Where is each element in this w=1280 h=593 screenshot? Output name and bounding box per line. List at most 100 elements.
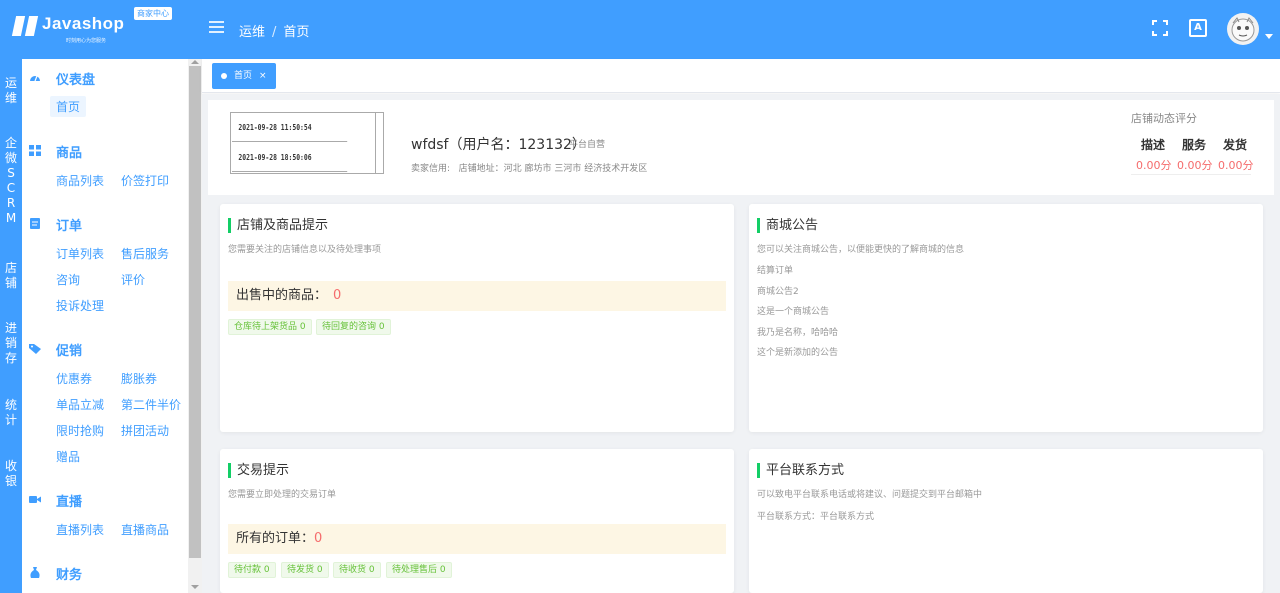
menu-item-goods-list[interactable]: 商品列表 [56,172,104,189]
rail-item-cashier[interactable]: 收银 [0,459,22,489]
notice-item[interactable]: 这个是新添加的公告 [757,345,838,358]
card-title: 店铺及商品提示 [228,218,328,233]
trade-tips-card: 交易提示 您需要立即处理的交易订单 所有的订单：0 待付款 0 待发货 0 待收… [220,449,734,593]
highlight-count: 0 [333,288,342,303]
menu-group-title[interactable]: 直播 [56,491,82,510]
menu-item-order-list[interactable]: 订单列表 [56,245,104,262]
menu-group-title[interactable]: 促销 [56,340,82,359]
money-bag-icon [30,567,40,578]
tab-home[interactable]: 首页 × [212,63,276,89]
pending-shipment-chip[interactable]: 待发货 0 [281,562,329,578]
shop-address: 店铺地址：河北 廊坊市 三河市 经济技术开发区 [458,164,648,174]
pending-consult-chip[interactable]: 待回复的咨询 0 [316,319,391,335]
logo-mark-icon [11,16,39,36]
highlight-label: 出售中的商品： [236,288,328,303]
card-title: 平台联系方式 [757,463,844,478]
shop-credit-address: 卖家信用: 店铺地址：河北 廊坊市 三河市 经济技术开发区 [411,161,647,174]
score-value: 0.00分 [1177,159,1213,172]
card-title: 交易提示 [228,463,289,478]
scrollbar-thumb[interactable] [189,66,201,558]
close-icon[interactable]: × [259,71,267,81]
sidebar-scrollbar[interactable] [188,59,202,593]
logo-subtitle: 时刻用心为您服务 [66,38,107,44]
on-sale-goods-highlight[interactable]: 出售中的商品： 0 [228,281,726,311]
active-dot-icon [221,73,227,79]
language-switch-icon[interactable]: A [1189,19,1207,37]
breadcrumb-item-current: 首页 [283,25,310,40]
card-subtitle: 您需要立即处理的交易订单 [228,490,337,500]
menu-item-complaint[interactable]: 投诉处理 [56,297,104,314]
menu-item-single-discount[interactable]: 单品立减 [56,396,104,413]
user-avatar[interactable] [1227,13,1259,45]
menu-item-group-buy[interactable]: 拼团活动 [121,422,169,439]
clipboard-icon [30,218,40,229]
menu-item-flash-sale[interactable]: 限时抢购 [56,422,104,439]
score-label: 发货 [1223,138,1248,152]
card-subtitle: 可以致电平台联系电话或将建议、问题提交到平台邮箱中 [757,490,983,500]
highlight-count: 0 [314,531,323,546]
notice-item[interactable]: 商城公告2 [757,284,799,297]
rail-item-ops[interactable]: 运维 [0,76,22,106]
grid-icon [29,145,41,156]
module-rail: 运维 企微SCRM 店铺 进销存 统计 收银 [0,59,22,593]
menu-item-live-list[interactable]: 直播列表 [56,521,104,538]
breadcrumb-separator: / [272,25,277,40]
menu-item-live-goods[interactable]: 直播商品 [121,521,169,538]
menu-group-title[interactable]: 订单 [56,215,82,234]
javashop-logo[interactable]: Javashop 时刻用心为您服务 [11,14,134,46]
highlight-label: 所有的订单： [236,531,315,546]
menu-group-title[interactable]: 商品 [56,142,82,161]
notice-item[interactable]: 结算订单 [757,263,793,276]
thumb-divider [375,113,376,173]
score-divider [1131,174,1251,175]
menu-item-consult[interactable]: 咨询 [56,271,80,288]
rail-item-stats[interactable]: 统计 [0,398,22,428]
tag-icon [29,344,41,354]
menu-item-coupon[interactable]: 优惠券 [56,370,92,387]
menu-item-after-sales[interactable]: 售后服务 [121,245,169,262]
pending-receipt-chip[interactable]: 待收货 0 [333,562,381,578]
scroll-down-arrow-icon[interactable] [191,585,199,589]
menu-item-home[interactable]: 首页 [50,96,87,117]
card-title: 商城公告 [757,218,818,233]
breadcrumb-item[interactable]: 运维 [239,25,265,40]
card-subtitle: 您需要关注的店铺信息以及待处理事项 [228,245,382,255]
rail-item-scrm[interactable]: 企微SCRM [0,136,22,226]
avatar-face-icon [1231,17,1255,42]
hamburger-menu-icon[interactable] [209,21,224,33]
menu-item-review[interactable]: 评价 [121,271,145,288]
dashboard-icon [30,75,40,82]
tags-view-bar: 首页 × [202,59,1280,93]
notice-item[interactable]: 这是一个商城公告 [757,304,829,317]
shop-thumb-line: 2021-09-28 11:50:54 [232,113,348,142]
contact-line: 平台联系方式：平台联系方式 [757,512,875,522]
scroll-up-arrow-icon[interactable] [191,60,199,64]
rail-item-shop[interactable]: 店铺 [0,261,22,291]
menu-item-expand-coupon[interactable]: 膨胀券 [121,370,157,387]
score-value: 0.00分 [1136,159,1172,172]
rail-item-inventory[interactable]: 进销存 [0,321,22,366]
shop-type-label: 平台自营 [569,140,606,150]
mall-notice-card: 商城公告 您可以关注商城公告，以便能更快的了解商城的信息 结算订单 商城公告2 … [749,204,1263,432]
notice-item[interactable]: 我乃是名称，哈哈哈 [757,325,838,338]
all-orders-highlight[interactable]: 所有的订单：0 [228,524,726,554]
score-label: 描述 [1141,138,1166,152]
seller-center-badge: 商家中心 [134,7,172,20]
menu-item-gift[interactable]: 赠品 [56,448,80,465]
pending-payment-chip[interactable]: 待付款 0 [228,562,276,578]
platform-contact-card: 平台联系方式 可以致电平台联系电话或将建议、问题提交到平台邮箱中 平台联系方式：… [749,449,1263,593]
menu-item-second-half-price[interactable]: 第二件半价 [121,396,181,413]
user-dropdown-caret-icon[interactable] [1265,34,1273,39]
menu-group-title[interactable]: 仪表盘 [56,69,95,88]
credit-label: 卖家信用: [411,164,451,174]
pending-after-sales-chip[interactable]: 待处理售后 0 [386,562,452,578]
fullscreen-icon[interactable] [1151,19,1169,37]
card-subtitle: 您可以关注商城公告，以便能更快的了解商城的信息 [757,245,965,255]
shop-logo-image: 2021-09-28 11:50:54 2021-09-28 18:50:06 [230,112,384,174]
goods-tips-card: 店铺及商品提示 您需要关注的店铺信息以及待处理事项 出售中的商品： 0 仓库待上架… [220,204,734,432]
menu-group-title[interactable]: 财务 [56,564,82,583]
menu-item-price-tag-print[interactable]: 价签打印 [121,172,169,189]
shop-thumb-line: 2021-09-28 18:50:06 [232,143,348,172]
pending-shelf-chip[interactable]: 仓库待上架货品 0 [228,319,312,335]
shop-name: wfdsf（用户名：123132） [411,137,586,153]
